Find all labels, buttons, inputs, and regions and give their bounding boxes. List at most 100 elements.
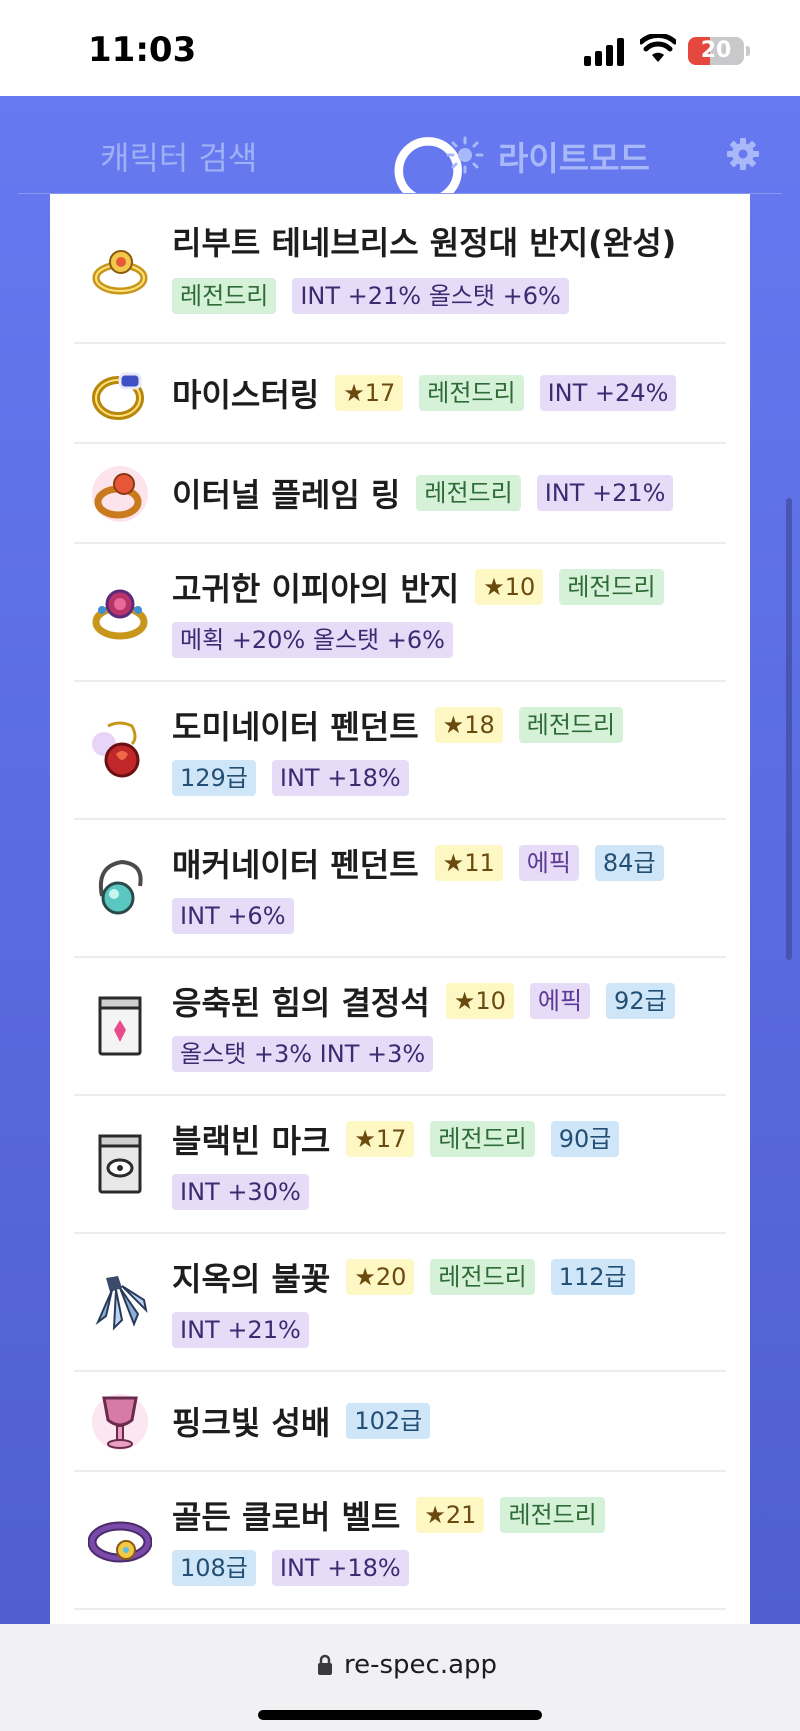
chalice-icon <box>92 1394 148 1450</box>
lock-icon <box>318 1654 332 1675</box>
level-badge: 92급 <box>606 983 675 1019</box>
list-item[interactable]: 이터널 플레임 링 레전드리 INT +21% <box>74 444 726 544</box>
rarity-badge: 레전드리 <box>416 475 521 511</box>
list-item[interactable]: 응축된 힘의 결정석 ★10 에픽 92급 올스탯 +3% INT +3% <box>74 958 726 1096</box>
starforce-badge: ★10 <box>445 983 514 1019</box>
item-name: 도미네이터 펜던트 <box>172 708 419 746</box>
theme-mode-toggle[interactable]: 라이트모드 <box>498 132 650 180</box>
list-item[interactable]: 매커네이터 펜던트 ★11 에픽 84급 INT +6% <box>74 820 726 958</box>
rarity-badge: 레전드리 <box>172 278 277 314</box>
item-name: 골든 클로버 벨트 <box>172 1498 401 1536</box>
star-icon: ★ <box>354 1125 376 1153</box>
battery-level: 20 <box>700 38 732 63</box>
potential-badge: INT +18% <box>271 1550 409 1586</box>
list-item[interactable]: 도미네이터 펜던트 ★18 레전드리 129급 INT +18% <box>74 682 726 820</box>
list-item[interactable]: 골든 클로버 벨트 ★21 레전드리 108급 INT +18% <box>74 1472 726 1610</box>
pendant-icon <box>99 859 143 915</box>
starforce-badge: ★17 <box>346 1121 415 1157</box>
sun-icon[interactable] <box>446 136 484 174</box>
rarity-badge: 레전드리 <box>559 569 664 605</box>
starforce-value: 21 <box>445 1501 477 1529</box>
starforce-value: 17 <box>364 379 396 407</box>
star-icon: ★ <box>354 1263 376 1291</box>
potential-badge: INT +30% <box>172 1174 309 1210</box>
potential-badge: INT +21% <box>536 475 674 511</box>
scrollbar[interactable] <box>786 498 792 960</box>
ring-icon <box>92 372 144 420</box>
status-time: 11:03 <box>88 30 197 70</box>
starforce-value: 11 <box>464 849 495 877</box>
ring-icon <box>92 250 148 295</box>
list-item[interactable]: 블랙빈 마크 ★17 레전드리 90급 INT +30% <box>74 1096 726 1234</box>
item-name: 고귀한 이피아의 반지 <box>172 570 460 608</box>
belt-icon <box>88 1521 152 1563</box>
starforce-value: 18 <box>464 711 495 739</box>
home-indicator[interactable] <box>258 1710 542 1720</box>
rarity-badge: 에픽 <box>529 983 591 1019</box>
level-badge: 90급 <box>550 1121 620 1157</box>
gear-icon[interactable] <box>726 137 760 171</box>
item-name: 지옥의 불꽃 <box>172 1260 331 1298</box>
starforce-badge: ★11 <box>434 845 503 881</box>
rarity-badge: 레전드리 <box>430 1259 535 1295</box>
level-badge: 84급 <box>594 845 664 881</box>
battery-icon: 20 <box>688 37 744 65</box>
battery-tip <box>746 46 750 56</box>
list-item[interactable]: 고귀한 이피아의 반지 ★10 레전드리 메획 +20% 올스탯 +6% <box>74 544 726 682</box>
level-badge: 112급 <box>550 1259 635 1295</box>
level-badge: 102급 <box>346 1403 431 1439</box>
starforce-value: 10 <box>504 573 536 601</box>
starforce-badge: ★18 <box>434 707 503 743</box>
browser-url-bar[interactable]: re-spec.app <box>0 1624 800 1731</box>
search-input[interactable]: 캐릭터 검색 <box>100 133 257 179</box>
star-icon: ★ <box>442 849 465 877</box>
potential-badge: INT +21% 올스탯 +6% <box>292 278 569 314</box>
potential-badge: 올스탯 +3% INT +3% <box>172 1036 434 1072</box>
level-badge: 108급 <box>172 1550 256 1586</box>
list-item[interactable]: 리부트 테네브리스 원정대 반지(완성) 레전드리 INT +21% 올스탯 +… <box>74 194 726 344</box>
item-name: 이터널 플레임 링 <box>172 476 401 514</box>
cellular-signal-icon <box>584 38 626 66</box>
item-name: 응축된 힘의 결정석 <box>172 984 430 1022</box>
starforce-value: 17 <box>375 1125 407 1153</box>
potential-badge: INT +24% <box>539 375 677 411</box>
item-name: 리부트 테네브리스 원정대 반지(완성) <box>172 224 677 262</box>
status-bar: 11:03 20 <box>0 0 800 96</box>
ring-icon <box>92 589 148 640</box>
list-item[interactable]: 핑크빛 성배 102급 <box>74 1372 726 1472</box>
starforce-badge: ★20 <box>346 1259 415 1295</box>
pendant-icon <box>92 721 140 778</box>
starforce-badge: ★21 <box>416 1497 485 1533</box>
wifi-icon <box>640 34 676 62</box>
starforce-value: 10 <box>475 987 506 1015</box>
star-icon: ★ <box>453 987 476 1015</box>
item-name: 매커네이터 펜던트 <box>172 846 419 884</box>
pocket-icon <box>98 996 142 1056</box>
badge-icon <box>98 1134 142 1194</box>
item-name: 핑크빛 성배 <box>172 1404 331 1442</box>
ring-icon <box>92 466 148 522</box>
rarity-badge: 에픽 <box>518 845 579 881</box>
starforce-badge: ★17 <box>335 375 404 411</box>
starforce-value: 20 <box>375 1263 407 1291</box>
star-icon: ★ <box>442 711 465 739</box>
starforce-badge: ★10 <box>475 569 544 605</box>
equipment-list: 리부트 테네브리스 원정대 반지(완성) 레전드리 INT +21% 올스탯 +… <box>50 194 750 1624</box>
url-text[interactable]: re-spec.app <box>344 1650 497 1680</box>
item-name: 마이스터링 <box>172 376 320 414</box>
star-icon: ★ <box>343 379 365 407</box>
potential-badge: INT +21% <box>172 1312 309 1348</box>
potential-badge: 메획 +20% 올스탯 +6% <box>172 622 453 658</box>
list-item[interactable]: 마이스터링 ★17 레전드리 INT +24% <box>74 344 726 444</box>
potential-badge: INT +6% <box>172 898 294 934</box>
list-item[interactable]: 지옥의 불꽃 ★20 레전드리 112급 INT +21% <box>74 1234 726 1372</box>
level-badge: 129급 <box>172 760 256 796</box>
rarity-badge: 레전드리 <box>500 1497 605 1533</box>
rarity-badge: 레전드리 <box>419 375 524 411</box>
potential-badge: INT +18% <box>271 760 409 796</box>
rarity-badge: 레전드리 <box>430 1121 535 1157</box>
emblem-icon <box>95 1276 148 1331</box>
item-name: 블랙빈 마크 <box>172 1122 331 1160</box>
star-icon: ★ <box>424 1501 446 1529</box>
rarity-badge: 레전드리 <box>518 707 624 743</box>
